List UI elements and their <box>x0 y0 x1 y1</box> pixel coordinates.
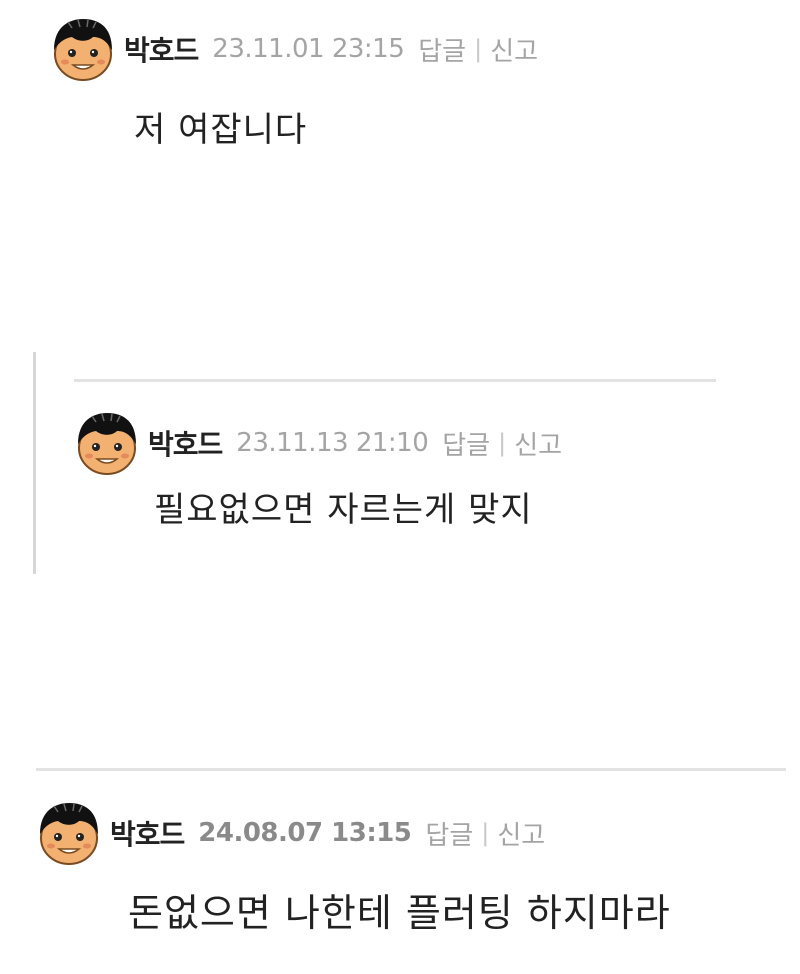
avatar[interactable] <box>36 800 102 866</box>
reply-link[interactable]: 답글 <box>425 815 473 852</box>
comment-divider <box>36 768 786 771</box>
reply-thread-bar <box>33 352 36 574</box>
comment-2: 박호드 23.11.13 21:10 답글 | 신고 필요없으면 자르는게 맞지 <box>74 410 754 540</box>
avatar[interactable] <box>50 16 116 82</box>
comment-header: 박호드 23.11.01 23:15 답글 | 신고 <box>50 16 538 82</box>
comment-body: 돈없으면 나한테 플러팅 하지마라 <box>128 891 671 935</box>
comment-author[interactable]: 박호드 <box>148 423 223 463</box>
comment-author[interactable]: 박호드 <box>124 29 199 69</box>
report-link[interactable]: 신고 <box>490 31 538 68</box>
report-link[interactable]: 신고 <box>514 425 562 462</box>
comment-header: 박호드 24.08.07 13:15 답글 | 신고 <box>36 800 545 866</box>
reply-link[interactable]: 답글 <box>442 425 490 462</box>
comment-body: 필요없으면 자르는게 맞지 <box>154 490 533 530</box>
cartoon-boy-face-icon <box>78 413 136 475</box>
comment-3: 박호드 24.08.07 13:15 답글 | 신고 돈없으면 나한테 플러팅 … <box>36 800 786 950</box>
comment-1: 박호드 23.11.01 23:15 답글 | 신고 저 여잡니다 <box>50 16 750 156</box>
link-separator: | <box>481 819 490 847</box>
comment-header: 박호드 23.11.13 21:10 답글 | 신고 <box>74 410 562 476</box>
avatar[interactable] <box>74 410 140 476</box>
report-link[interactable]: 신고 <box>497 815 545 852</box>
cartoon-boy-face-icon <box>54 19 112 81</box>
cartoon-boy-face-icon <box>40 803 98 865</box>
comment-body: 저 여잡니다 <box>134 110 308 150</box>
reply-link[interactable]: 답글 <box>418 31 466 68</box>
link-separator: | <box>498 429 507 457</box>
comment-author[interactable]: 박호드 <box>110 813 185 853</box>
comment-date: 23.11.01 23:15 <box>212 34 405 64</box>
comment-date: 24.08.07 13:15 <box>198 818 412 848</box>
reply-divider <box>74 379 716 382</box>
comment-date: 23.11.13 21:10 <box>236 428 429 458</box>
link-separator: | <box>474 35 483 63</box>
